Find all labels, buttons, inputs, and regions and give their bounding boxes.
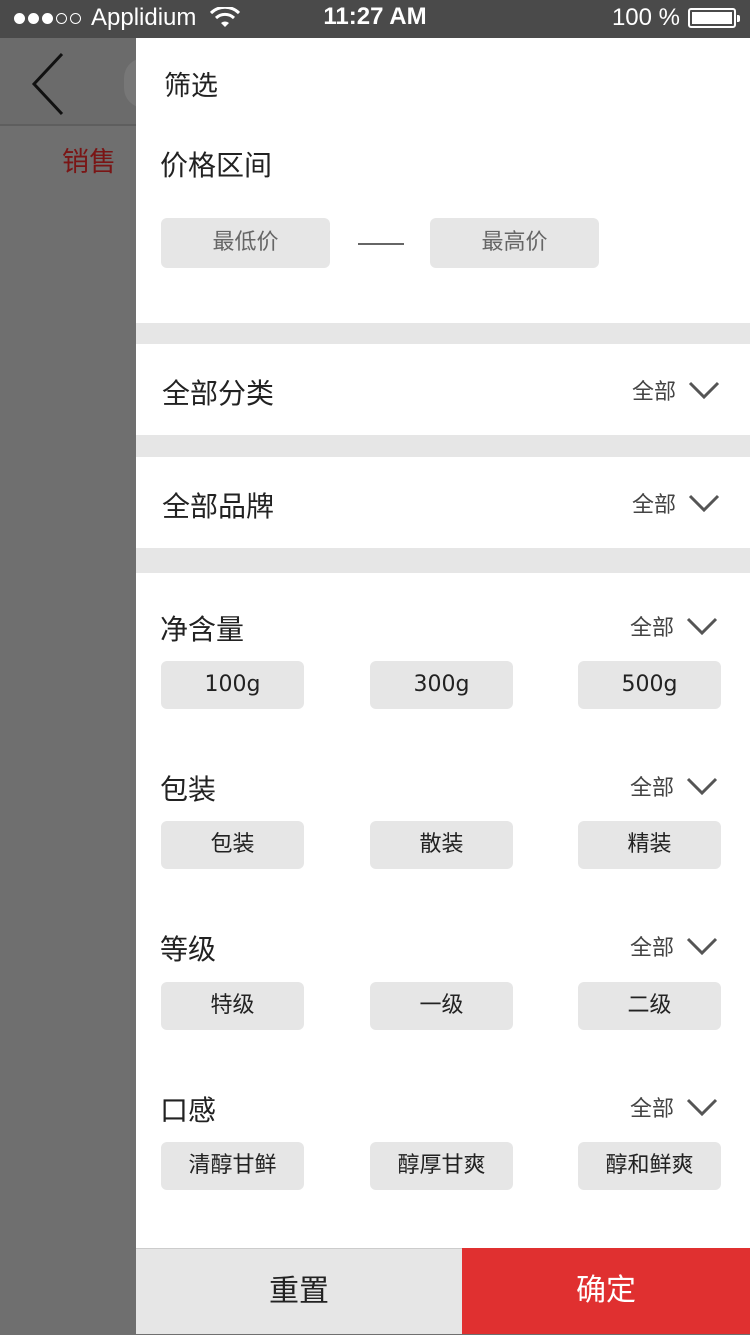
chevron-down-icon xyxy=(686,1098,718,1117)
status-bar: Applidium 11:27 AM 100 % xyxy=(0,0,750,38)
divider xyxy=(136,548,750,573)
grade-selector[interactable]: 全部 xyxy=(630,930,718,962)
option-chip[interactable]: 醇厚甘爽 xyxy=(370,1142,513,1190)
battery-percent: 100 % xyxy=(611,4,680,31)
taste-selector[interactable]: 全部 xyxy=(630,1091,718,1123)
category-label: 全部分类 xyxy=(162,377,275,410)
filter-panel: 筛选 价格区间 全部分类 全部 全部品牌 全部 净含量 全部 xyxy=(136,38,750,1334)
category-selector[interactable]: 全部 xyxy=(632,374,720,406)
confirm-button[interactable]: 确定 xyxy=(462,1248,750,1334)
price-range-label: 价格区间 xyxy=(160,149,273,182)
packaging-label: 包装 xyxy=(160,773,217,806)
option-chip[interactable]: 100g xyxy=(161,661,304,709)
chevron-down-icon xyxy=(686,937,718,956)
option-chip[interactable]: 精装 xyxy=(578,821,721,869)
grade-value: 全部 xyxy=(629,936,674,961)
taste-header[interactable]: 口感 全部 xyxy=(136,1081,750,1131)
net-weight-value: 全部 xyxy=(629,616,674,641)
min-price-input[interactable] xyxy=(161,218,330,268)
taste-label: 口感 xyxy=(160,1094,217,1127)
brand-value: 全部 xyxy=(631,493,676,518)
packaging-selector[interactable]: 全部 xyxy=(630,770,718,802)
option-chip[interactable]: 散装 xyxy=(370,821,513,869)
panel-title: 筛选 xyxy=(164,71,218,102)
option-chip[interactable]: 清醇甘鲜 xyxy=(161,1142,304,1190)
battery-icon xyxy=(688,8,740,28)
option-chip[interactable]: 500g xyxy=(578,661,721,709)
background-header xyxy=(0,38,164,126)
net-weight-selector[interactable]: 全部 xyxy=(630,610,718,642)
option-chip[interactable]: 二级 xyxy=(578,982,721,1030)
packaging-value: 全部 xyxy=(629,776,674,801)
brand-row[interactable]: 全部品牌 全部 xyxy=(136,457,750,547)
option-chip[interactable]: 特级 xyxy=(161,982,304,1030)
taste-value: 全部 xyxy=(629,1097,674,1122)
chevron-down-icon xyxy=(688,494,720,513)
background-tabs: 销售 xyxy=(0,128,136,188)
category-value: 全部 xyxy=(631,380,676,405)
price-range-dash xyxy=(358,243,404,245)
option-chip[interactable]: 包装 xyxy=(161,821,304,869)
chevron-left-icon[interactable] xyxy=(30,52,70,116)
net-weight-label: 净含量 xyxy=(160,613,245,646)
chevron-down-icon xyxy=(686,617,718,636)
max-price-input[interactable] xyxy=(430,218,599,268)
divider xyxy=(136,435,750,457)
option-chip[interactable]: 一级 xyxy=(370,982,513,1030)
status-right: 100 % xyxy=(611,4,740,32)
reset-button[interactable]: 重置 xyxy=(136,1248,462,1334)
brand-label: 全部品牌 xyxy=(162,490,275,523)
option-chip[interactable]: 300g xyxy=(370,661,513,709)
grade-label: 等级 xyxy=(160,933,217,966)
packaging-header[interactable]: 包装 全部 xyxy=(136,760,750,810)
option-chip[interactable]: 醇和鲜爽 xyxy=(578,1142,721,1190)
divider xyxy=(136,323,750,344)
chevron-down-icon xyxy=(686,777,718,796)
chevron-down-icon xyxy=(688,381,720,400)
net-weight-header[interactable]: 净含量 全部 xyxy=(136,600,750,650)
tab-sales[interactable]: 销售 xyxy=(62,140,116,179)
category-row[interactable]: 全部分类 全部 xyxy=(136,344,750,434)
grade-header[interactable]: 等级 全部 xyxy=(136,920,750,970)
background-page: 销售 xyxy=(0,38,164,1334)
brand-selector[interactable]: 全部 xyxy=(632,487,720,519)
